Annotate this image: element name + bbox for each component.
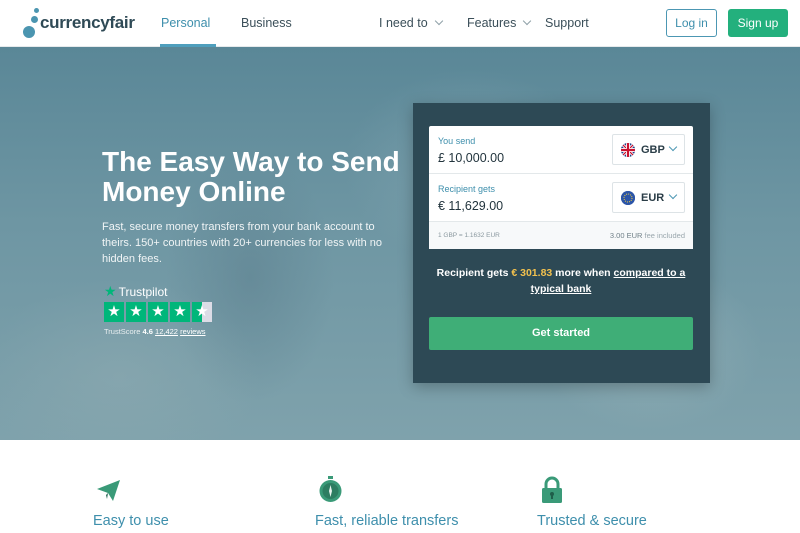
star-icon: ★ xyxy=(104,302,124,322)
rate-fee-row: 1 GBP = 1.1632 EUR 3.00 EUR fee included xyxy=(429,222,693,249)
trustpilot-brand: Trustpilot xyxy=(118,285,168,299)
logo-text: currencyfair xyxy=(40,13,135,32)
chevron-down-icon xyxy=(668,142,678,152)
tab-personal[interactable]: Personal xyxy=(161,16,210,30)
recipient-gets-label: Recipient gets xyxy=(438,184,496,194)
chevron-down-icon xyxy=(434,16,443,26)
top-navigation: currencyfair Personal Business I need to… xyxy=(0,0,800,47)
currencyfair-logo[interactable]: currencyfair xyxy=(23,8,135,40)
paper-plane-icon xyxy=(93,475,123,505)
stopwatch-icon xyxy=(315,475,345,505)
uk-flag-icon xyxy=(621,143,635,157)
star-icon: ★ xyxy=(148,302,168,322)
half-star-icon: ★ xyxy=(192,302,212,322)
tab-business[interactable]: Business xyxy=(241,16,292,30)
reviews-count-link[interactable]: 12,422 xyxy=(155,327,178,336)
hero-section: The Easy Way to Send Money Online Fast, … xyxy=(0,47,800,440)
trustscore-line: TrustScore 4.6 12,422 reviews xyxy=(104,327,206,336)
savings-amount: € 301.83 xyxy=(511,267,553,279)
star-icon: ★ xyxy=(126,302,146,322)
currency-converter-card: You send £ 10,000.00 GBP Recipient gets … xyxy=(413,103,710,383)
receive-amount-input[interactable]: € 11,629.00 xyxy=(438,199,503,213)
fee-info: 3.00 EUR fee included xyxy=(610,231,685,240)
menu-features[interactable]: Features xyxy=(467,16,532,30)
chevron-down-icon xyxy=(523,16,532,26)
savings-middle: more when xyxy=(555,267,611,279)
fee-label: fee included xyxy=(644,231,685,240)
fee-amount: 3.00 EUR xyxy=(609,231,643,240)
trustpilot-star-icon: ★ xyxy=(104,283,117,299)
trustpilot-rating-stars: ★ ★ ★ ★ ★ xyxy=(104,302,212,322)
hero-subtitle: Fast, secure money transfers from your b… xyxy=(102,221,383,265)
menu-i-need-to[interactable]: I need to xyxy=(379,16,443,30)
send-amount-input[interactable]: £ 10,000.00 xyxy=(438,151,504,165)
trustpilot-logo[interactable]: ★ Trustpilot xyxy=(104,283,167,300)
menu-features-label: Features xyxy=(467,16,517,30)
get-started-button[interactable]: Get started xyxy=(429,317,693,350)
trustscore-label: TrustScore xyxy=(104,327,141,336)
send-currency-select[interactable]: GBP xyxy=(612,134,685,165)
chevron-down-icon xyxy=(668,190,678,200)
menu-i-need-to-label: I need to xyxy=(379,16,428,30)
receive-currency-code: EUR xyxy=(641,192,665,204)
signup-button[interactable]: Sign up xyxy=(728,9,788,37)
eu-flag-icon xyxy=(621,191,635,205)
menu-support[interactable]: Support xyxy=(545,16,589,30)
reviews-label-link[interactable]: reviews xyxy=(180,327,205,336)
receive-currency-select[interactable]: EUR xyxy=(612,182,685,213)
feature-title: Fast, reliable transfers xyxy=(315,513,459,529)
receive-row: Recipient gets € 11,629.00 EUR xyxy=(429,174,693,222)
converter-form: You send £ 10,000.00 GBP Recipient gets … xyxy=(429,126,693,249)
star-icon: ★ xyxy=(170,302,190,322)
feature-title: Easy to use xyxy=(93,513,169,529)
trustscore-value: 4.6 xyxy=(142,327,153,336)
login-button[interactable]: Log in xyxy=(666,9,717,37)
you-send-label: You send xyxy=(438,136,476,146)
send-currency-code: GBP xyxy=(641,144,665,156)
savings-message: Recipient gets € 301.83 more when compar… xyxy=(429,265,693,297)
hero-title: The Easy Way to Send Money Online xyxy=(102,146,400,207)
feature-title: Trusted & secure xyxy=(537,513,647,529)
savings-prefix: Recipient gets xyxy=(436,267,509,279)
padlock-icon xyxy=(537,475,567,505)
send-row: You send £ 10,000.00 GBP xyxy=(429,126,693,174)
exchange-rate: 1 GBP = 1.1632 EUR xyxy=(438,232,500,239)
